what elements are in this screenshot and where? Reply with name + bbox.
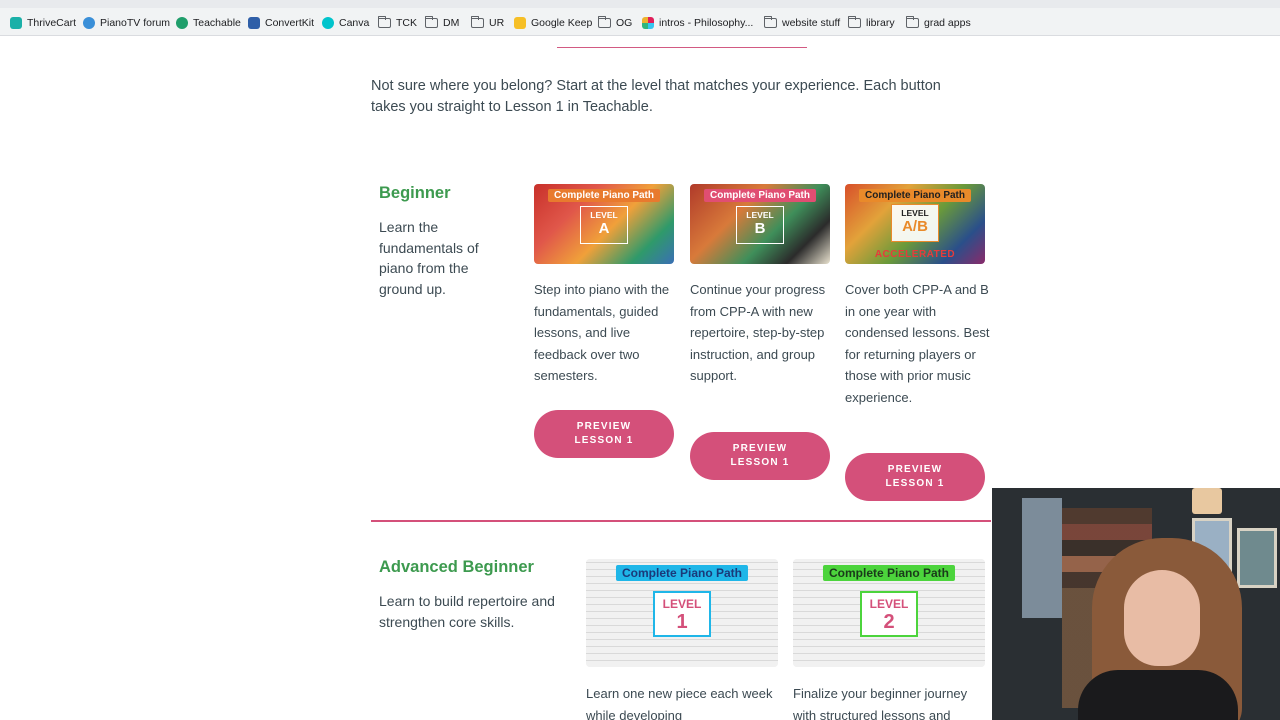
folder-icon xyxy=(598,16,611,28)
bookmark-label: Teachable xyxy=(193,17,241,29)
button-label: PREVIEW LESSON 1 xyxy=(885,464,945,489)
thumbnail-banner: Complete Piano Path xyxy=(690,189,830,202)
bookmark-label: ConvertKit xyxy=(265,17,315,29)
presenter-face xyxy=(1124,570,1200,666)
presenter-shirt xyxy=(1078,670,1238,720)
bookmark-folder-dm[interactable]: DM xyxy=(425,15,459,31)
slack-icon xyxy=(642,17,654,29)
bookmark-google-keep[interactable]: Google Keep xyxy=(514,15,592,31)
teachable-icon xyxy=(176,17,188,29)
thumbnail-level-letter: B xyxy=(754,220,766,237)
preview-lesson-button-level-ab[interactable]: PREVIEW LESSON 1 xyxy=(845,453,985,501)
intro-text: Not sure where you belong? Start at the … xyxy=(371,78,941,115)
preview-lesson-button-level-a[interactable]: PREVIEW LESSON 1 xyxy=(534,410,674,458)
bookmark-pianotv-forum[interactable]: PianoTV forum xyxy=(83,15,170,31)
bookmark-folder-website-stuff[interactable]: website stuff xyxy=(764,15,840,31)
bookmark-label: OG xyxy=(616,17,633,29)
bookmark-label: UR xyxy=(489,17,505,29)
folder-icon xyxy=(906,16,919,28)
section-desc-beginner: Learn the fundamentals of piano from the… xyxy=(379,219,479,297)
heading-underline xyxy=(557,47,807,48)
thrivecart-icon xyxy=(10,17,22,29)
bookmark-label: grad apps xyxy=(924,17,971,29)
bookmark-label: website stuff xyxy=(782,17,841,29)
bookmark-convertkit[interactable]: ConvertKit xyxy=(248,15,314,31)
bookmark-folder-grad-apps[interactable]: grad apps xyxy=(906,15,971,31)
thumbnail-level-box: LEVEL A/B xyxy=(891,204,939,242)
thumbnail-level-word: LEVEL xyxy=(901,208,929,218)
thumbnail-level-letter: A/B xyxy=(902,218,928,235)
thumbnail-level-word: LEVEL xyxy=(590,210,618,220)
lamp xyxy=(1192,488,1222,514)
thumbnail-level-box: LEVEL 1 xyxy=(653,591,711,637)
bookmark-intros-philosophy[interactable]: intros - Philosophy... xyxy=(642,15,753,31)
section-title-advanced-beginner: Advanced Beginner xyxy=(379,558,534,576)
bookmark-label: DM xyxy=(443,17,460,29)
preview-lesson-button-level-b[interactable]: PREVIEW LESSON 1 xyxy=(690,432,830,480)
card-text-level-a: Step into piano with the fundamentals, g… xyxy=(534,282,670,383)
folder-icon xyxy=(764,16,777,28)
thumbnail-banner: Complete Piano Path xyxy=(534,189,674,202)
card-text-level-1: Learn one new piece each week while deve… xyxy=(586,686,773,720)
webcam-overlay xyxy=(992,488,1280,720)
thumbnail-banner: Complete Piano Path xyxy=(615,565,749,581)
thumbnail-banner: Complete Piano Path xyxy=(845,189,985,202)
folder-icon xyxy=(378,16,391,28)
thumbnail-banner: Complete Piano Path xyxy=(822,565,956,581)
bookmark-label: intros - Philosophy... xyxy=(659,17,754,29)
thumbnail-level-box: LEVEL 2 xyxy=(860,591,918,637)
bookmark-canva[interactable]: Canva xyxy=(322,15,369,31)
course-thumbnail-level-b[interactable]: Complete Piano Path LEVEL B xyxy=(690,184,830,264)
folder-icon xyxy=(471,16,484,28)
bookmark-label: TCK xyxy=(396,17,417,29)
card-text-level-ab: Cover both CPP-A and B in one year with … xyxy=(845,282,990,405)
bookmarks-bar: ThriveCart PianoTV forum Teachable Conve… xyxy=(0,0,1280,36)
folder-icon xyxy=(848,16,861,28)
thumbnail-level-word: LEVEL xyxy=(662,597,702,611)
canva-icon xyxy=(322,17,334,29)
thumbnail-level-letter: A xyxy=(598,220,610,237)
button-label: PREVIEW LESSON 1 xyxy=(574,421,634,446)
card-text-level-b: Continue your progress from CPP-A with n… xyxy=(690,282,826,383)
section-desc-advanced-beginner: Learn to build repertoire and strengthen… xyxy=(379,593,555,630)
bookmark-label: ThriveCart xyxy=(27,17,77,29)
course-thumbnail-level-1[interactable]: Complete Piano Path LEVEL 1 xyxy=(586,559,778,667)
section-divider xyxy=(371,520,991,522)
bookmark-folder-og[interactable]: OG xyxy=(598,15,632,31)
bookmark-label: Canva xyxy=(339,17,370,29)
button-label: PREVIEW LESSON 1 xyxy=(730,443,790,468)
convertkit-icon xyxy=(248,17,260,29)
background-window xyxy=(1022,498,1062,618)
address-bar-edge[interactable] xyxy=(0,0,1280,8)
bookmark-folder-tck[interactable]: TCK xyxy=(378,15,417,31)
thumbnail-level-word: LEVEL xyxy=(869,597,909,611)
google-keep-icon xyxy=(514,17,526,29)
bookmark-label: PianoTV forum xyxy=(100,17,171,29)
bookmark-folder-library[interactable]: library xyxy=(848,15,895,31)
thumbnail-level-number: 2 xyxy=(883,611,895,633)
pianotv-icon xyxy=(83,17,95,29)
thumbnail-level-number: 1 xyxy=(676,611,688,633)
thumbnail-level-box: LEVEL A xyxy=(580,206,628,244)
bookmark-thrivecart[interactable]: ThriveCart xyxy=(10,15,76,31)
bookmark-label: library xyxy=(866,17,895,29)
bookmark-folder-ur[interactable]: UR xyxy=(471,15,504,31)
course-thumbnail-level-2[interactable]: Complete Piano Path LEVEL 2 xyxy=(793,559,985,667)
folder-icon xyxy=(425,16,438,28)
thumbnail-level-box: LEVEL B xyxy=(736,206,784,244)
course-thumbnail-level-ab[interactable]: Complete Piano Path LEVEL A/B ACCELERATE… xyxy=(845,184,985,264)
wall-art xyxy=(1237,528,1277,588)
card-text-level-2: Finalize your beginner journey with stru… xyxy=(793,686,968,720)
thumbnail-level-word: LEVEL xyxy=(746,210,774,220)
bookmark-teachable[interactable]: Teachable xyxy=(176,15,241,31)
bookmark-label: Google Keep xyxy=(531,17,593,29)
thumbnail-accelerated-label: ACCELERATED xyxy=(874,249,956,260)
course-thumbnail-level-a[interactable]: Complete Piano Path LEVEL A xyxy=(534,184,674,264)
section-title-beginner: Beginner xyxy=(379,184,451,202)
